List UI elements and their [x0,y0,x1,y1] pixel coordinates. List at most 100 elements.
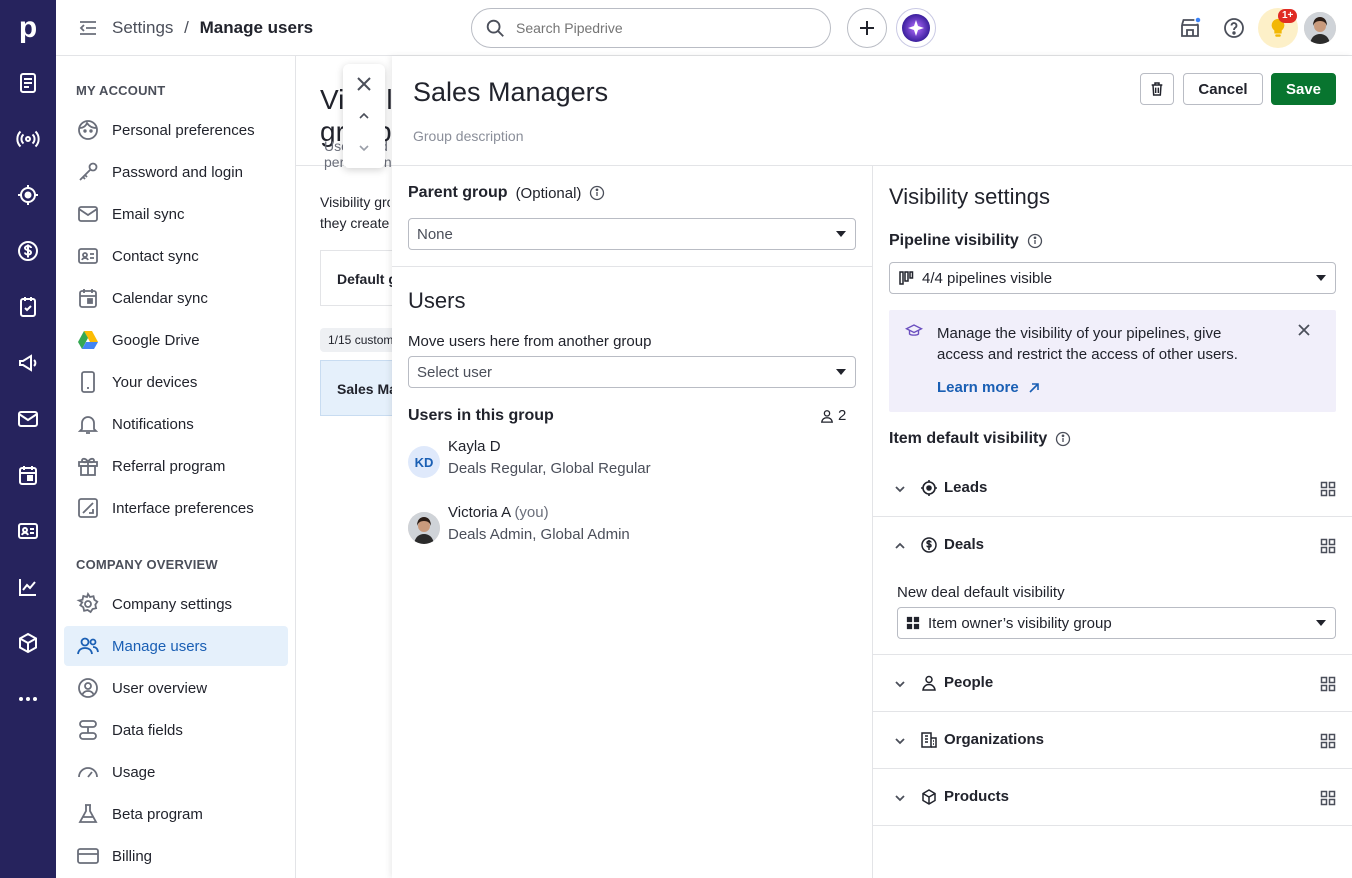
insights-icon[interactable] [16,575,40,599]
chevron-down-icon[interactable] [352,136,376,160]
sidebar-item-notifications[interactable]: Notifications [64,404,288,444]
activities-icon[interactable] [16,295,40,319]
page-intro-line: they create [320,215,390,231]
parent-group-select[interactable]: None [408,218,856,250]
mail-icon[interactable] [16,407,40,431]
breadcrumb-settings[interactable]: Settings [112,18,173,37]
target-icon[interactable] [16,183,40,207]
deal-default-visibility-select[interactable]: Item owner’s visibility group [897,607,1336,639]
broadcast-icon[interactable] [16,127,40,151]
sidebar-item-email-sync[interactable]: Email sync [64,194,288,234]
user-avatar[interactable] [1304,12,1336,44]
sidebar-item-password-login[interactable]: Password and login [64,152,288,192]
ai-assistant-button[interactable] [896,8,936,48]
sidebar-item-company-settings[interactable]: Company settings [64,584,288,624]
sidebar-item-contact-sync[interactable]: Contact sync [64,236,288,276]
sidebar-item-billing[interactable]: Billing [64,836,288,876]
close-notice-icon[interactable] [1296,322,1312,338]
close-icon[interactable] [352,72,376,96]
info-icon[interactable] [1027,233,1043,249]
user-row[interactable]: Victoria A (you) Deals Admin, Global Adm… [408,502,630,545]
pipedrive-logo[interactable]: p [0,0,56,56]
user-name: Victoria A (you) [448,502,630,524]
section-divider [392,266,873,267]
visibility-grid-icon[interactable] [1320,733,1336,749]
contacts-icon[interactable] [16,519,40,543]
sidebar-item-user-overview[interactable]: User overview [64,668,288,708]
sidebar-item-your-devices[interactable]: Your devices [64,362,288,402]
sidebar-item-label: User overview [112,679,208,697]
save-button[interactable]: Save [1271,73,1336,105]
tips-button[interactable]: 1+ [1258,8,1298,48]
group-title[interactable]: Sales Managers [413,77,608,108]
help-icon[interactable] [1222,16,1246,40]
chevron-down-icon[interactable] [893,791,907,805]
add-button[interactable] [847,8,887,48]
collapse-menu-icon[interactable] [78,18,98,38]
deal-default-label: New deal default visibility [897,584,1065,601]
search-icon [484,17,506,39]
products-icon[interactable] [16,631,40,655]
visibility-grid-icon[interactable] [1320,538,1336,554]
parent-group-label: Parent group (Optional) [408,184,605,202]
sidebar-item-personal-preferences[interactable]: Personal preferences [64,110,288,150]
sidebar-item-manage-users[interactable]: Manage users [64,626,288,666]
sidebar-item-label: Referral program [112,457,226,475]
pipeline-visibility-select[interactable]: 4/4 pipelines visible [889,262,1336,294]
group-row-selected[interactable]: Sales Managers [320,360,400,416]
visibility-grid-icon[interactable] [1320,481,1336,497]
chevron-up-icon[interactable] [352,104,376,128]
sidebar-item-referral-program[interactable]: Referral program [64,446,288,486]
entity-name: People [944,674,994,691]
plus-icon [857,18,877,38]
users-count-value: 2 [838,407,847,424]
calendar-icon [76,286,100,310]
calendar-icon[interactable] [16,463,40,487]
learn-more-link[interactable]: Learn more [937,379,1041,396]
sidebar-item-interface-preferences[interactable]: Interface preferences [64,488,288,528]
entity-row-people[interactable]: People [873,655,1352,712]
chevron-down-icon[interactable] [893,677,907,691]
visibility-grid-icon[interactable] [1320,676,1336,692]
delete-group-button[interactable] [1140,73,1174,105]
search-input[interactable] [516,20,806,36]
sidebar-item-data-fields[interactable]: Data fields [64,710,288,750]
caret-down-icon [835,228,847,240]
cancel-button[interactable]: Cancel [1183,73,1263,105]
more-icon[interactable] [16,687,40,711]
sidebar-item-beta-program[interactable]: Beta program [64,794,288,834]
info-icon[interactable] [1055,431,1071,447]
chevron-up-icon[interactable] [893,539,907,553]
pipeline-visibility-value: 4/4 pipelines visible [922,269,1053,287]
entity-row-leads[interactable]: Leads [873,460,1352,517]
user-name-text: Kayla D [448,438,501,455]
gift-icon [76,454,100,478]
phone-icon [76,370,100,394]
group-description-field[interactable]: Group description [413,128,524,144]
sidebar-item-label: Usage [112,763,156,781]
person-icon [820,409,834,423]
chevron-down-icon[interactable] [893,734,907,748]
user-info: Kayla D Deals Regular, Global Regular [448,436,651,479]
entity-row-deals[interactable]: Deals New deal default visibility Item o… [873,517,1352,655]
user-info: Victoria A (you) Deals Admin, Global Adm… [448,502,630,545]
user-row[interactable]: KD Kayla D Deals Regular, Global Regular [408,436,651,479]
sidebar-item-calendar-sync[interactable]: Calendar sync [64,278,288,318]
select-user-dropdown[interactable]: Select user [408,356,856,388]
visibility-grid-icon[interactable] [1320,790,1336,806]
sidebar-item-usage[interactable]: Usage [64,752,288,792]
default-group-card[interactable]: Default group [320,250,400,306]
gauge-icon [76,760,100,784]
marketplace-icon[interactable] [1178,16,1202,40]
chevron-down-icon[interactable] [893,482,907,496]
dollar-icon[interactable] [16,239,40,263]
entity-row-organizations[interactable]: Organizations [873,712,1352,769]
entity-row-products[interactable]: Products [873,769,1352,826]
sidebar-item-google-drive[interactable]: Google Drive [64,320,288,360]
megaphone-icon[interactable] [16,351,40,375]
info-icon[interactable] [589,185,605,201]
leads-inbox-icon[interactable] [16,71,40,95]
search-box[interactable] [471,8,831,48]
users-heading: Users [408,288,466,313]
page-intro: Visibility groups they create [320,192,390,234]
